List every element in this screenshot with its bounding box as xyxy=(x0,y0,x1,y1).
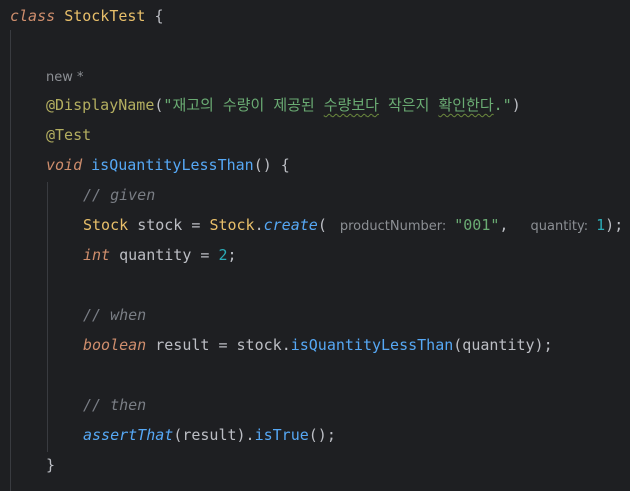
method-create[interactable]: create xyxy=(264,216,318,234)
method-call-isquantitylessthan[interactable]: isQuantityLessThan xyxy=(291,336,454,354)
code-line-method-decl: void isQuantityLessThan() { xyxy=(46,154,290,176)
class-name: StockTest xyxy=(64,7,146,25)
comma: , xyxy=(499,216,509,234)
comment-when: // when xyxy=(83,306,147,324)
code-line-comment-when: // when xyxy=(83,304,146,326)
code-line-assert: assertThat(result).isTrue(); xyxy=(83,424,336,446)
method-name[interactable]: isQuantityLessThan xyxy=(91,156,254,174)
dot-op: . xyxy=(281,336,291,354)
semicolon: ; xyxy=(227,246,237,264)
arg-quantity: 1 xyxy=(596,216,606,234)
code-line-comment-given: // given xyxy=(83,184,155,206)
code-line-int-quantity: int quantity = 2; xyxy=(83,244,237,266)
param-hint-productnumber: productNumber: xyxy=(339,219,447,234)
brace-open: { xyxy=(145,7,164,25)
string-word-5: 작은지 xyxy=(387,96,430,114)
code-line-test-ann: @Test xyxy=(46,124,91,146)
type-stock: Stock xyxy=(83,216,129,234)
ref-stock: stock xyxy=(236,336,282,354)
assign-op: = xyxy=(218,336,228,354)
code-line-stock-create: Stock stock = Stock.create( productNumbe… xyxy=(83,214,623,236)
string-period: . xyxy=(493,96,503,114)
string-quote-close: " xyxy=(502,96,512,114)
call-args: (quantity); xyxy=(453,336,553,354)
keyword-void: void xyxy=(46,156,83,174)
string-word-2: 수량이 xyxy=(222,96,265,114)
code-line-displayname: @DisplayName("재고의 수량이 제공된 수량보다 작은지 확인한다.… xyxy=(46,94,521,116)
var-quantity: quantity xyxy=(119,246,192,264)
keyword-class: class xyxy=(10,7,56,25)
string-word-4-typo[interactable]: 수량보다 xyxy=(324,96,379,114)
annotation-test: @Test xyxy=(46,126,92,144)
paren-close: ) xyxy=(511,96,521,114)
code-line-comment-then: // then xyxy=(83,394,146,416)
keyword-boolean: boolean xyxy=(83,336,147,354)
indent-guide-class xyxy=(10,30,11,491)
assign-op: = xyxy=(191,216,201,234)
assert-args: (result). xyxy=(173,426,255,444)
string-word-1: 재고의 xyxy=(172,96,214,114)
var-stock: stock xyxy=(137,216,183,234)
code-editor[interactable]: class StockTest { new * @DisplayName ( " 재고… xyxy=(0,0,630,491)
class-ref-stock: Stock xyxy=(209,216,255,234)
indent-guide-method xyxy=(47,182,48,452)
assign-op: = xyxy=(200,246,210,264)
arg-product-number: "001" xyxy=(454,216,500,234)
paren-close-semi: ); xyxy=(605,216,624,234)
param-hint-quantity: quantity: xyxy=(530,219,589,234)
var-result: result xyxy=(155,336,210,354)
code-line-class-decl: class StockTest { xyxy=(10,5,164,27)
code-line-method-close: } xyxy=(46,454,55,476)
brace-close: } xyxy=(46,456,56,474)
keyword-int: int xyxy=(83,246,111,264)
istrue-end: (); xyxy=(308,426,336,444)
comment-then: // then xyxy=(83,396,147,414)
comment-given: // given xyxy=(83,186,156,204)
code-line-boolean-result: boolean result = stock.isQuantityLessTha… xyxy=(83,334,553,356)
paren-open-create: ( xyxy=(317,216,327,234)
new-author-hint[interactable]: new * xyxy=(46,70,84,85)
method-istrue[interactable]: isTrue xyxy=(255,426,309,444)
method-sig-rest: () { xyxy=(253,156,290,174)
annotation-displayname: @DisplayName xyxy=(46,96,155,114)
code-vision-new-hint[interactable]: new * xyxy=(46,65,84,87)
string-word-6-typo[interactable]: 확인한다 xyxy=(438,96,493,114)
dot-op: . xyxy=(254,216,264,234)
quantity-init-value: 2 xyxy=(218,246,228,264)
string-word-3: 제공된 xyxy=(273,96,315,114)
method-assertthat[interactable]: assertThat xyxy=(83,426,173,444)
